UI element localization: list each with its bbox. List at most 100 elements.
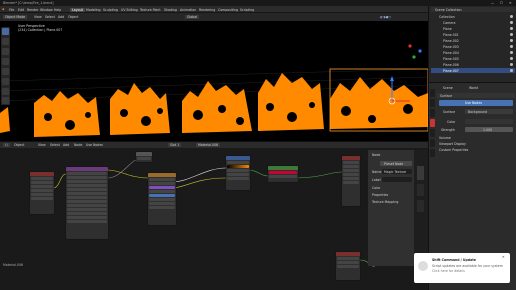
tab-layout[interactable]: Layout <box>70 7 85 12</box>
noise-node[interactable] <box>336 252 360 280</box>
tab-rendering[interactable]: Rendering <box>199 8 215 12</box>
measure-icon[interactable] <box>2 97 9 104</box>
mapping-node[interactable] <box>66 167 108 239</box>
rotate-icon[interactable] <box>2 58 9 65</box>
eye-icon[interactable] <box>510 27 513 30</box>
shader-node-editor[interactable]: Material.006 <box>0 148 428 290</box>
eye-icon[interactable] <box>510 15 513 18</box>
menu-render[interactable]: Render <box>27 8 38 12</box>
emission-node[interactable] <box>268 166 298 182</box>
eye-icon[interactable] <box>510 69 513 72</box>
outliner-item[interactable]: Plane.006 <box>431 62 515 67</box>
viewport-menu-view[interactable]: View <box>34 15 42 19</box>
world-tab-icon[interactable] <box>430 119 435 127</box>
cursor-icon[interactable] <box>2 38 9 45</box>
viewport-menu-object[interactable]: Object <box>68 15 78 19</box>
outliner-root[interactable]: Scene Collection <box>435 8 462 12</box>
close-button[interactable]: ✕ <box>509 1 512 5</box>
menu-edit[interactable]: Edit <box>18 8 24 12</box>
eye-icon[interactable] <box>510 63 513 66</box>
outliner-item[interactable]: Plane.001 <box>431 32 515 37</box>
eye-icon[interactable] <box>510 33 513 36</box>
move-icon[interactable] <box>2 48 9 55</box>
use-nodes-checkbox[interactable]: Use Nodes <box>86 143 103 147</box>
object-mode-dropdown[interactable]: Object Mode <box>3 15 28 19</box>
outliner-item[interactable]: Plane <box>431 26 515 31</box>
outliner-item[interactable]: Collection <box>431 14 515 19</box>
viewport-display-section[interactable]: Viewport Display <box>439 142 466 146</box>
value-node[interactable] <box>136 152 152 162</box>
outliner-item[interactable]: Plane.002 <box>431 38 515 43</box>
tab-node[interactable] <box>417 166 424 180</box>
tab-modeling[interactable]: Modeling <box>86 8 101 12</box>
color-toggle[interactable]: Color <box>372 186 380 190</box>
node-menu-view[interactable]: View <box>38 143 46 147</box>
surface-dropdown[interactable]: Background <box>465 109 513 114</box>
maximize-button[interactable]: ☐ <box>500 1 503 5</box>
custom-properties-section[interactable]: Custom Properties <box>439 148 468 152</box>
output-tab-icon[interactable] <box>430 99 435 107</box>
transform-icon[interactable] <box>2 78 9 85</box>
node-menu-node[interactable]: Node <box>74 143 82 147</box>
outliner-item-selected[interactable]: Plane.007 <box>431 68 515 73</box>
tab-uv-editing[interactable]: UV Editing <box>121 8 138 12</box>
texture-coordinate-node[interactable] <box>30 172 54 214</box>
tab-texture-paint[interactable]: Texture Paint <box>140 8 161 12</box>
eye-icon[interactable] <box>510 39 513 42</box>
tab-view[interactable] <box>417 200 424 212</box>
eye-icon[interactable] <box>510 21 513 24</box>
tab-shading[interactable]: Shading <box>164 8 177 12</box>
node-name-field[interactable]: Magic Texture <box>382 169 412 174</box>
eye-icon[interactable] <box>510 57 513 60</box>
editor-type-dropdown[interactable]: ⬡ <box>3 143 10 147</box>
select-box-icon[interactable] <box>2 28 9 35</box>
object-tab-icon[interactable] <box>430 129 435 137</box>
colorramp-node[interactable] <box>226 156 250 190</box>
annotate-icon[interactable] <box>2 88 9 95</box>
close-icon[interactable]: ✕ <box>502 255 505 259</box>
update-notification[interactable]: Shift Command / Update Script updates ar… <box>414 253 510 283</box>
scene-tab-icon[interactable] <box>430 109 435 117</box>
node-menu-add[interactable]: Add <box>63 143 69 147</box>
eye-icon[interactable] <box>510 51 513 54</box>
preset-node-button[interactable]: Preset Node <box>380 161 412 166</box>
menu-help[interactable]: Help <box>54 8 61 12</box>
color-field[interactable] <box>465 119 513 124</box>
material-tab-icon[interactable] <box>430 149 435 157</box>
outliner-item[interactable]: Plane.005 <box>431 56 515 61</box>
shading-mode-icons[interactable]: ◐◑●○ <box>380 15 391 19</box>
transform-orientation[interactable]: Global <box>185 15 200 19</box>
viewport-menu-select[interactable]: Select <box>45 15 55 19</box>
3d-viewport[interactable]: User Perspective (234) Collection | Plan… <box>0 21 428 141</box>
magic-texture-node[interactable] <box>148 173 176 225</box>
texture-mapping-section[interactable]: Texture Mapping <box>372 200 398 204</box>
render-tab-icon[interactable] <box>430 89 435 97</box>
blender-logo-icon[interactable]: ◆ <box>2 7 4 11</box>
outliner-item[interactable]: Plane.004 <box>431 50 515 55</box>
outliner-item[interactable]: Camera <box>431 20 515 25</box>
modifier-tab-icon[interactable] <box>430 139 435 147</box>
strength-field[interactable]: 1.000 <box>465 127 513 132</box>
tab-scripting[interactable]: Scripting <box>240 8 254 12</box>
scale-icon[interactable] <box>2 68 9 75</box>
material-output-node[interactable] <box>342 156 360 206</box>
object-dropdown[interactable]: Object <box>14 143 24 147</box>
tab-tool[interactable] <box>417 184 424 196</box>
viewport-menu-add[interactable]: Add <box>58 15 64 19</box>
eye-icon[interactable] <box>510 45 513 48</box>
use-nodes-button[interactable]: Use Nodes <box>439 100 513 106</box>
menu-file[interactable]: File <box>9 8 14 12</box>
tab-compositing[interactable]: Compositing <box>218 8 238 12</box>
properties-section[interactable]: Properties <box>372 193 388 197</box>
minimize-button[interactable]: — <box>491 1 494 5</box>
notification-link[interactable]: Click here for details <box>432 269 465 273</box>
menu-window[interactable]: Window <box>40 8 53 12</box>
outliner-item[interactable]: Plane.003 <box>431 44 515 49</box>
tab-animation[interactable]: Animation <box>180 8 196 12</box>
material-dropdown[interactable]: Material.006 <box>196 143 221 147</box>
tab-sculpting[interactable]: Sculpting <box>103 8 118 12</box>
slot-dropdown[interactable]: Slot 1 <box>168 143 182 147</box>
surface-section[interactable]: Surface <box>437 93 515 98</box>
volume-section[interactable]: Volume <box>439 136 451 140</box>
node-menu-select[interactable]: Select <box>50 143 60 147</box>
